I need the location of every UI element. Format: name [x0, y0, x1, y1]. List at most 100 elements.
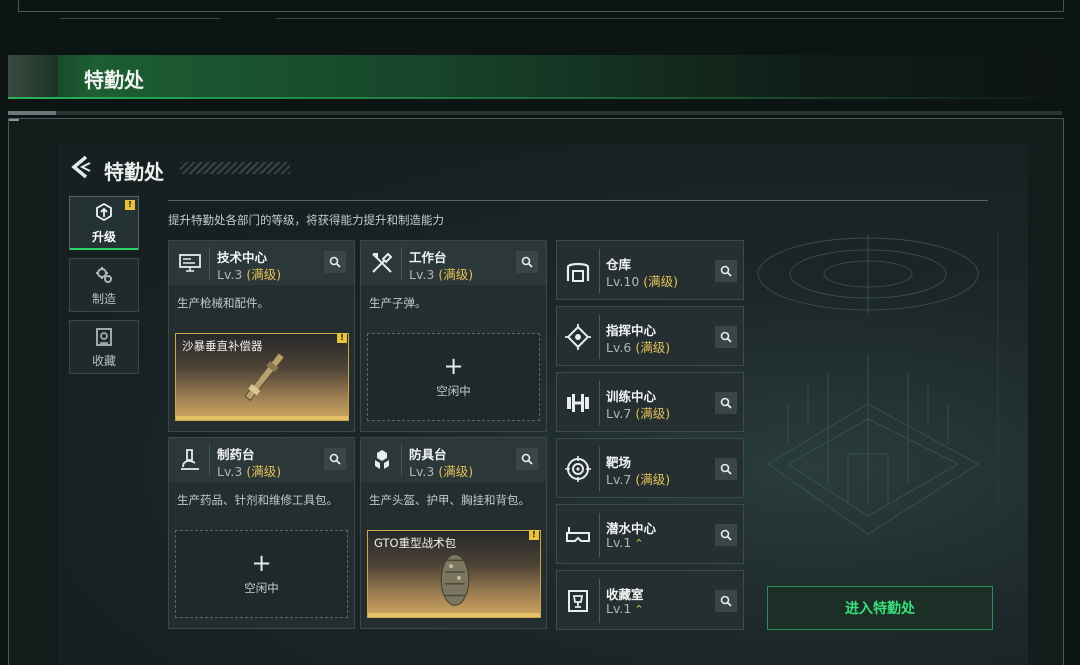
- tab-collection[interactable]: 收藏: [69, 320, 139, 374]
- banner-underline: [8, 97, 1072, 99]
- frame-corner: [9, 119, 19, 121]
- level-value: Lv.1: [606, 535, 632, 550]
- max-level-tag: (满级): [438, 267, 474, 282]
- department-level: Lv.3 (满级): [409, 264, 473, 283]
- facility-card-command-center[interactable]: 指挥中心 Lv.6 (满级): [556, 306, 744, 366]
- header-separator: [209, 444, 210, 476]
- top-rule-right: [276, 18, 1064, 19]
- facility-level: Lv.1 ⌃: [606, 601, 644, 616]
- search-button[interactable]: [324, 448, 346, 470]
- search-button[interactable]: [516, 251, 538, 273]
- department-card-armor-bench[interactable]: 防具台 Lv.3 (满级) 生产头盔、护甲、胸挂和背包。 GTO重型战术包 !: [360, 437, 547, 629]
- diving-mask-icon: [566, 527, 590, 542]
- title-hatch-decoration: [180, 162, 290, 174]
- page-description: 提升特勤处各部门的等级，将获得能力提升和制造能力: [168, 213, 444, 227]
- tab-upgrade[interactable]: ! 升级: [69, 196, 139, 250]
- search-button[interactable]: [715, 590, 737, 612]
- card-separator: [599, 249, 600, 293]
- level-value: Lv.6: [606, 340, 632, 355]
- search-icon: [329, 256, 341, 268]
- search-button[interactable]: [715, 458, 737, 480]
- search-icon: [720, 331, 732, 343]
- max-level-tag: (满级): [246, 267, 282, 282]
- production-slot-item[interactable]: 沙暴垂直补偿器 !: [175, 333, 349, 421]
- top-panel-frame: [18, 0, 1064, 12]
- facility-card-collection-room[interactable]: 收藏室 Lv.1 ⌃: [556, 570, 744, 630]
- back-arrow-icon[interactable]: [68, 154, 94, 180]
- department-card-workbench[interactable]: 工作台 Lv.3 (满级) 生产子弹。 + 空闲中: [360, 240, 547, 432]
- section-banner: 特勤处: [8, 55, 1072, 99]
- card-header: 工作台 Lv.3 (满级): [361, 241, 546, 285]
- max-level-tag: (满级): [635, 472, 671, 487]
- facility-level: Lv.1 ⌃: [606, 535, 644, 550]
- top-rule-left: [60, 18, 220, 19]
- upgrade-arrow-icon: ⌃: [634, 603, 644, 616]
- gears-icon: [96, 266, 112, 283]
- tab-label: 制造: [91, 291, 116, 306]
- add-icon: +: [443, 352, 464, 380]
- facility-level: Lv.7 (满级): [606, 469, 670, 488]
- base-wireframe-art: [757, 234, 999, 535]
- level-value: Lv.1: [606, 601, 632, 616]
- search-icon: [720, 463, 732, 475]
- department-level: Lv.3 (满级): [409, 461, 473, 480]
- target-icon: [565, 456, 591, 482]
- divider-highlight: [8, 111, 56, 115]
- tools-icon: [372, 252, 393, 273]
- search-button[interactable]: [715, 392, 737, 414]
- tab-label: 收藏: [91, 353, 116, 368]
- banner-accent: [8, 55, 58, 99]
- level-value: Lv.3: [217, 464, 243, 479]
- max-level-tag: (满级): [438, 464, 474, 479]
- level-value: Lv.10: [606, 274, 640, 289]
- search-icon: [521, 453, 533, 465]
- department-description: 生产枪械和配件。: [177, 296, 269, 310]
- chip-icon: [565, 324, 591, 350]
- slot-status: 空闲中: [436, 384, 471, 398]
- department-card-pharmacy[interactable]: 制药台 Lv.3 (满级) 生产药品、针剂和维修工具包。 + 空闲中: [168, 437, 355, 629]
- department-level: Lv.3 (满级): [217, 461, 281, 480]
- level-value: Lv.3: [409, 267, 435, 282]
- facility-card-diving-center[interactable]: 潜水中心 Lv.1 ⌃: [556, 504, 744, 564]
- production-slot-item[interactable]: GTO重型战术包 !: [367, 530, 541, 618]
- search-icon: [329, 453, 341, 465]
- department-description: 生产头盔、护甲、胸挂和背包。: [369, 493, 530, 507]
- search-button[interactable]: [516, 448, 538, 470]
- facility-card-warehouse[interactable]: 仓库 Lv.10 (满级): [556, 240, 744, 300]
- facility-card-shooting-range[interactable]: 靶场 Lv.7 (满级): [556, 438, 744, 498]
- card-separator: [599, 513, 600, 557]
- search-button[interactable]: [324, 251, 346, 273]
- facility-card-training-center[interactable]: 训练中心 Lv.7 (满级): [556, 372, 744, 432]
- armor-icon: [375, 450, 389, 469]
- item-quality-bar: [368, 613, 540, 617]
- special-ops-screen: 特勤处 ! 升级 制造 收藏 提升特勤处各部门的等级，将获得能力提升和制造能力 …: [58, 144, 1028, 665]
- collection-icon: [96, 327, 112, 346]
- search-button[interactable]: [715, 326, 737, 348]
- sidebar: ! 升级 制造 收藏: [69, 196, 139, 382]
- department-level: Lv.3 (满级): [217, 264, 281, 283]
- tab-manufacture[interactable]: 制造: [69, 258, 139, 312]
- level-value: Lv.3: [409, 464, 435, 479]
- facility-level: Lv.6 (满级): [606, 337, 670, 356]
- item-name: 沙暴垂直补偿器: [182, 339, 263, 353]
- department-description: 生产药品、针剂和维修工具包。: [177, 493, 338, 507]
- department-card-tech-center[interactable]: 技术中心 Lv.3 (满级) 生产枪械和配件。 沙暴垂直补偿器 !: [168, 240, 355, 432]
- tab-label: 升级: [91, 229, 116, 244]
- card-header: 防具台 Lv.3 (满级): [361, 438, 546, 482]
- search-icon: [720, 595, 732, 607]
- search-button[interactable]: [715, 524, 737, 546]
- enter-special-ops-button[interactable]: 进入特勤处: [767, 586, 993, 630]
- item-name: GTO重型战术包: [374, 536, 457, 550]
- production-slot-empty[interactable]: + 空闲中: [367, 333, 540, 421]
- screen-header: 特勤处: [58, 144, 1028, 192]
- monitor-icon: [179, 254, 201, 272]
- warehouse-icon: [566, 262, 590, 282]
- search-button[interactable]: [715, 260, 737, 282]
- upgrade-arrow-icon: ⌃: [634, 537, 644, 550]
- search-icon: [720, 529, 732, 541]
- header-separator: [401, 247, 402, 279]
- alert-badge: !: [337, 333, 347, 343]
- production-slot-empty[interactable]: + 空闲中: [175, 530, 348, 618]
- department-description: 生产子弹。: [369, 296, 427, 310]
- slot-status: 空闲中: [244, 581, 279, 595]
